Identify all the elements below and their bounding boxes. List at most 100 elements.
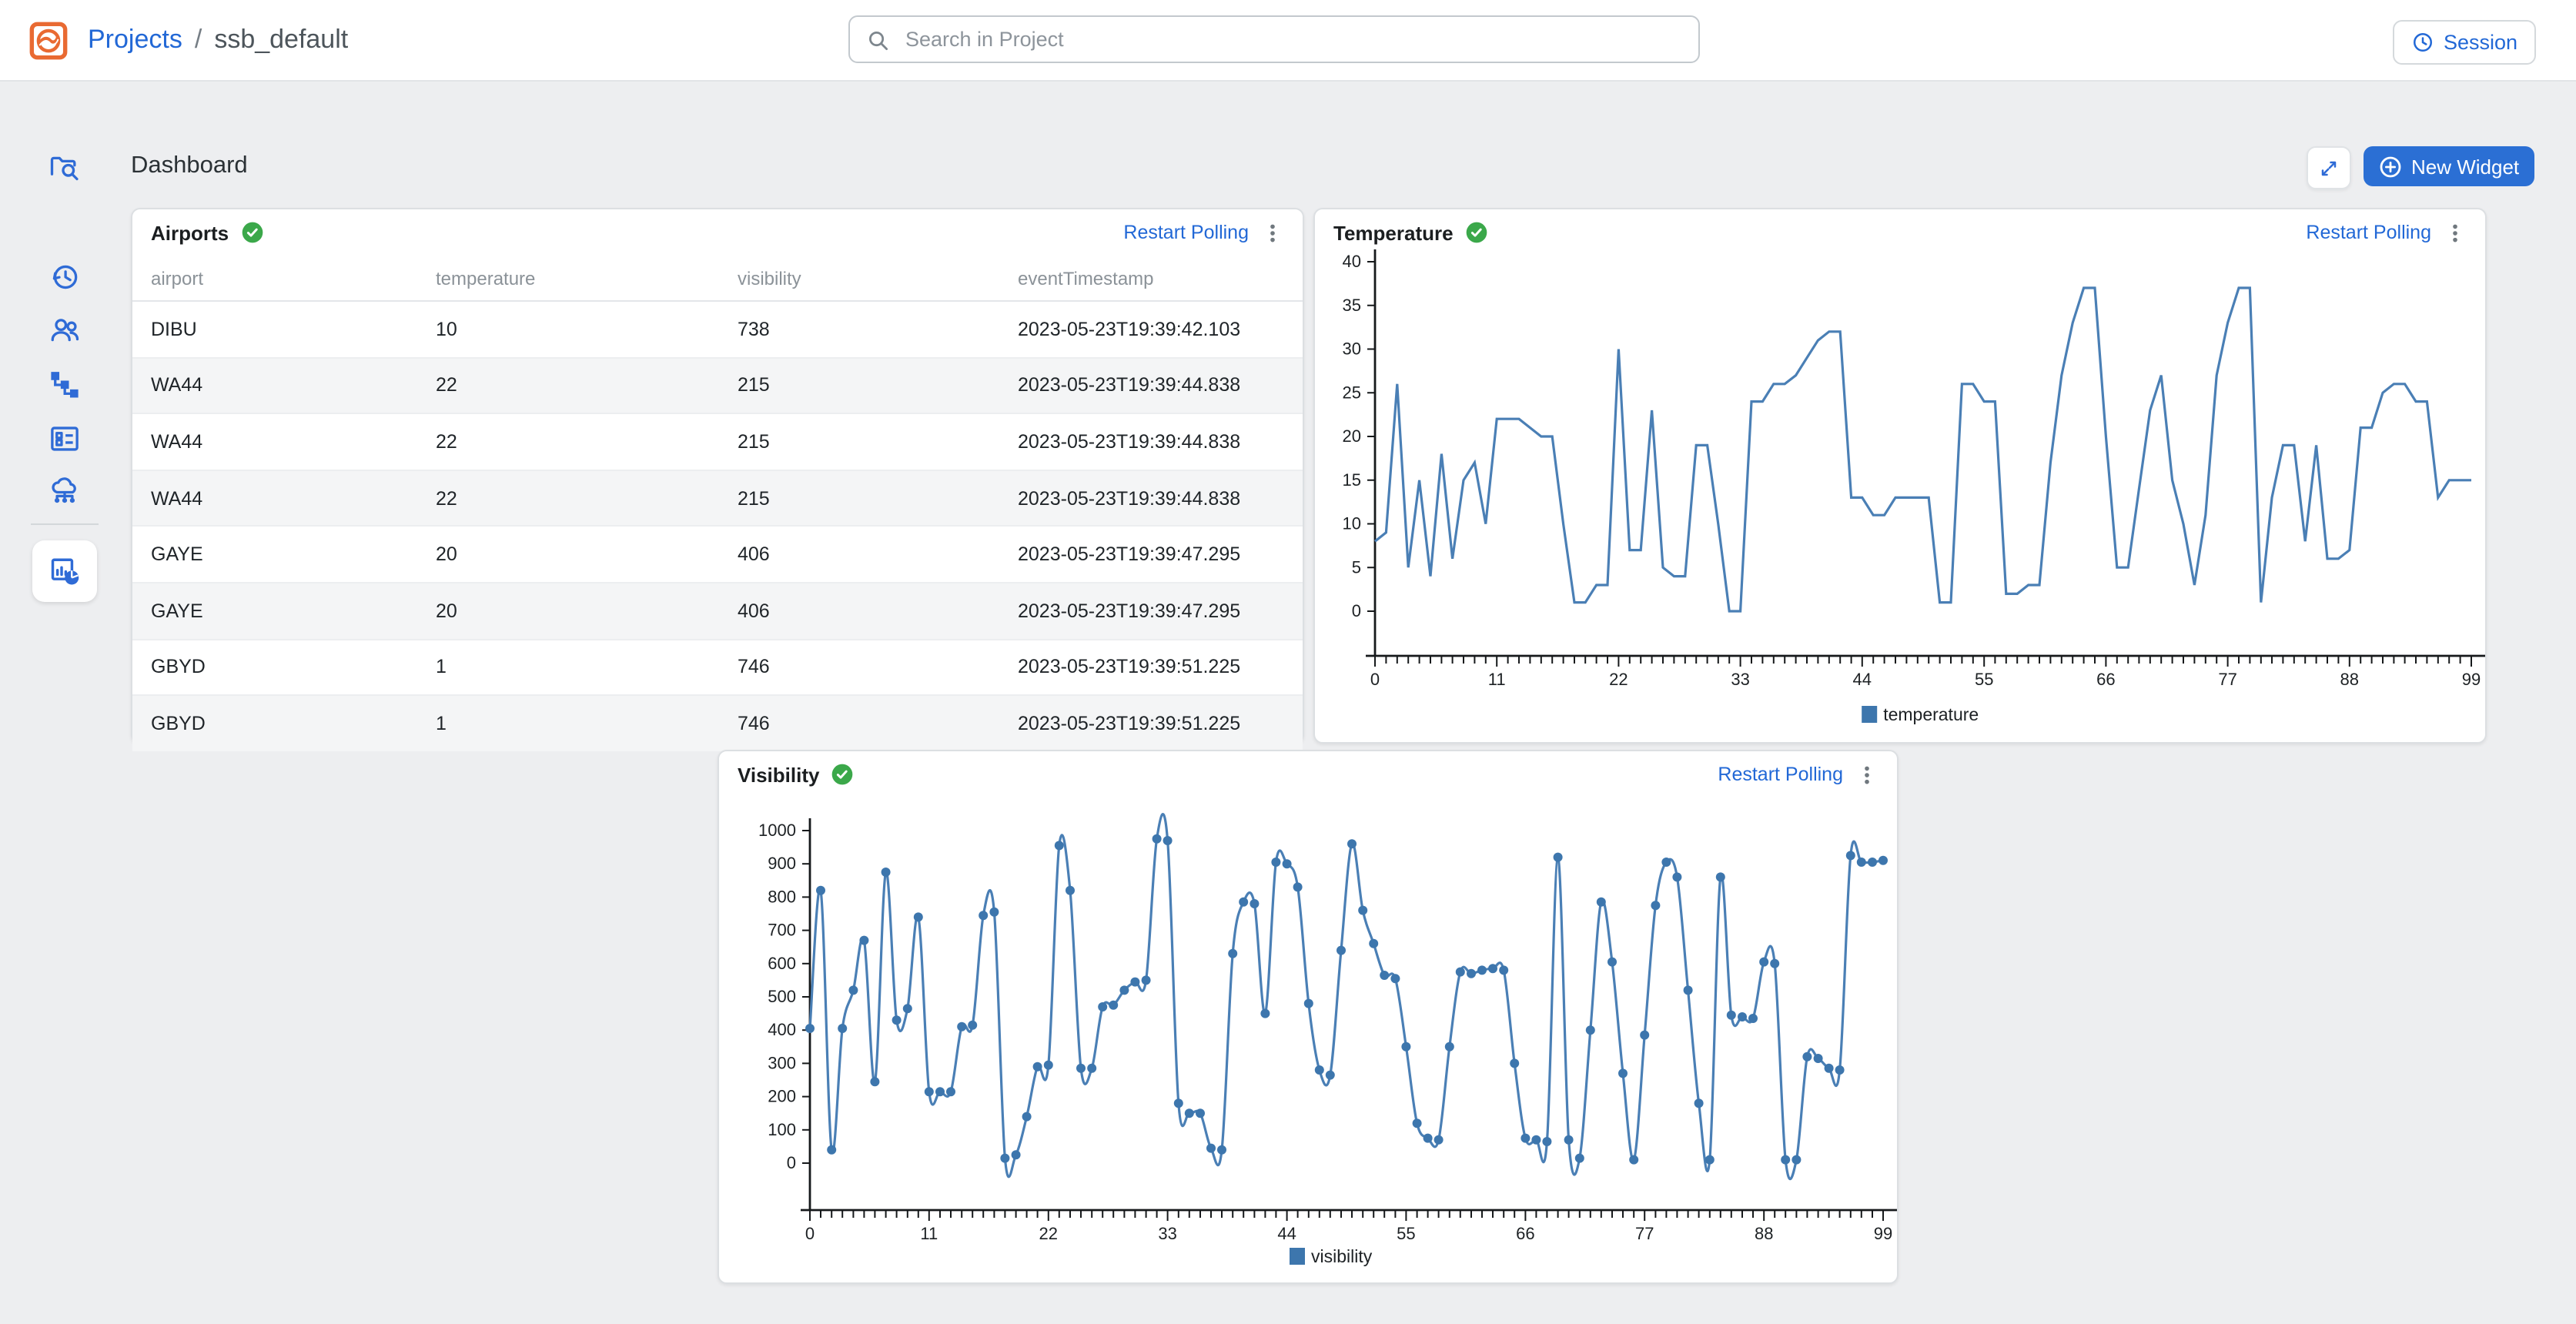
table-header-row: airport temperature visibility eventTime…: [132, 259, 1303, 301]
svg-text:10: 10: [1343, 514, 1361, 533]
table-cell: 2023-05-23T19:39:44.838: [999, 413, 1303, 470]
widget-visibility-header: Visibility Restart Polling: [719, 751, 1897, 797]
restart-polling-button[interactable]: Restart Polling: [1718, 764, 1843, 785]
table-cell: 746: [719, 639, 999, 695]
table-cell: 2023-05-23T19:39:42.103: [999, 301, 1303, 357]
svg-text:55: 55: [1397, 1224, 1415, 1243]
svg-text:700: 700: [768, 921, 796, 940]
table-cell: 406: [719, 527, 999, 583]
svg-text:20: 20: [1343, 426, 1361, 446]
sidebar-divider: [31, 523, 99, 525]
table-cell: 2023-05-23T19:39:44.838: [999, 357, 1303, 413]
svg-text:100: 100: [768, 1120, 796, 1139]
svg-text:22: 22: [1039, 1224, 1058, 1243]
svg-text:77: 77: [1635, 1224, 1654, 1243]
table-row: WA44222152023-05-23T19:39:44.838: [132, 470, 1303, 527]
top-bar: Projects / ssb_default Session: [0, 0, 2576, 82]
table-cell: 1: [417, 639, 719, 695]
svg-text:40: 40: [1343, 252, 1361, 271]
svg-text:77: 77: [2218, 670, 2236, 689]
widget-menu-button[interactable]: [1260, 220, 1284, 245]
search-icon: [865, 27, 890, 52]
table-row: DIBU107382023-05-23T19:39:42.103: [132, 301, 1303, 357]
table-cell: 406: [719, 583, 999, 639]
col-eventTimestamp: eventTimestamp: [999, 259, 1303, 301]
widget-title: Airports: [151, 221, 229, 244]
airports-table: airport temperature visibility eventTime…: [132, 259, 1303, 751]
col-temperature: temperature: [417, 259, 719, 301]
expand-icon: [2317, 156, 2340, 179]
table-cell: 22: [417, 357, 719, 413]
app-logo-icon[interactable]: [29, 22, 68, 60]
new-widget-button-label: New Widget: [2411, 155, 2519, 178]
svg-text:22: 22: [1609, 670, 1628, 689]
widget-airports-header: Airports Restart Polling: [132, 209, 1303, 256]
dashboard-chart-icon: [47, 553, 82, 589]
widget-title: Temperature: [1333, 221, 1454, 244]
svg-text:33: 33: [1731, 670, 1749, 689]
table-cell: 738: [719, 301, 999, 357]
table-cell: 2023-05-23T19:39:47.295: [999, 583, 1303, 639]
kebab-icon: [2443, 221, 2466, 244]
project-search[interactable]: [848, 15, 1700, 63]
table-cell: 215: [719, 470, 999, 527]
widget-temperature-header: Temperature Restart Polling: [1315, 209, 2485, 256]
svg-text:88: 88: [1755, 1224, 1773, 1243]
table-cell: 215: [719, 357, 999, 413]
expand-dashboard-button[interactable]: [2307, 146, 2351, 189]
svg-text:44: 44: [1853, 670, 1872, 689]
breadcrumb: Projects / ssb_default: [88, 0, 348, 80]
sidebar-item-dashboard[interactable]: [32, 540, 97, 602]
svg-text:400: 400: [768, 1020, 796, 1039]
svg-text:1000: 1000: [758, 821, 796, 840]
svg-text:25: 25: [1343, 383, 1361, 402]
table-cell: 2023-05-23T19:39:51.225: [999, 639, 1303, 695]
success-check-icon: [1464, 220, 1489, 245]
table-cell: 2023-05-23T19:39:44.838: [999, 470, 1303, 527]
svg-text:66: 66: [1516, 1224, 1534, 1243]
sidebar-item-virtual-tables[interactable]: [48, 422, 82, 456]
table-cell: GAYE: [132, 527, 417, 583]
svg-text:visibility: visibility: [1311, 1246, 1373, 1266]
sidebar-item-data-sources[interactable]: [48, 474, 82, 508]
table-cell: 1: [417, 695, 719, 751]
session-button[interactable]: Session: [2393, 20, 2536, 65]
visibility-chart: 0100200300400500600700800900100001122334…: [719, 791, 1897, 1286]
sidebar: [0, 80, 129, 1324]
clock-icon: [2411, 31, 2434, 54]
table-cell: WA44: [132, 413, 417, 470]
table-cell: 215: [719, 413, 999, 470]
table-cell: 22: [417, 413, 719, 470]
sidebar-item-job-flow[interactable]: [48, 368, 82, 402]
svg-text:11: 11: [1488, 670, 1506, 689]
breadcrumb-projects-link[interactable]: Projects: [88, 25, 182, 55]
restart-polling-button[interactable]: Restart Polling: [2306, 222, 2431, 243]
kebab-icon: [1260, 221, 1283, 244]
table-cell: 20: [417, 583, 719, 639]
widget-menu-button[interactable]: [2442, 220, 2467, 245]
airports-table-body: DIBU107382023-05-23T19:39:42.103WA442221…: [132, 301, 1303, 751]
table-row: GAYE204062023-05-23T19:39:47.295: [132, 527, 1303, 583]
svg-text:33: 33: [1158, 1224, 1176, 1243]
table-cell: GAYE: [132, 583, 417, 639]
svg-text:0: 0: [1352, 601, 1361, 620]
svg-text:88: 88: [2340, 670, 2359, 689]
widget-menu-button[interactable]: [1854, 762, 1878, 787]
svg-text:30: 30: [1343, 339, 1361, 359]
search-input[interactable]: [902, 26, 1683, 52]
new-widget-button[interactable]: New Widget: [2364, 146, 2534, 186]
svg-text:55: 55: [1975, 670, 1993, 689]
table-cell: 2023-05-23T19:39:47.295: [999, 527, 1303, 583]
plus-circle-icon: [2379, 155, 2402, 178]
table-cell: WA44: [132, 470, 417, 527]
sidebar-item-project-explorer[interactable]: [48, 151, 82, 185]
success-check-icon: [830, 762, 855, 787]
sidebar-item-history[interactable]: [48, 260, 82, 294]
sidebar-item-users[interactable]: [48, 313, 82, 346]
svg-text:0: 0: [805, 1224, 815, 1243]
session-button-label: Session: [2444, 31, 2517, 54]
table-cell: 22: [417, 470, 719, 527]
table-cell: WA44: [132, 357, 417, 413]
svg-text:35: 35: [1343, 296, 1361, 315]
restart-polling-button[interactable]: Restart Polling: [1123, 222, 1249, 243]
